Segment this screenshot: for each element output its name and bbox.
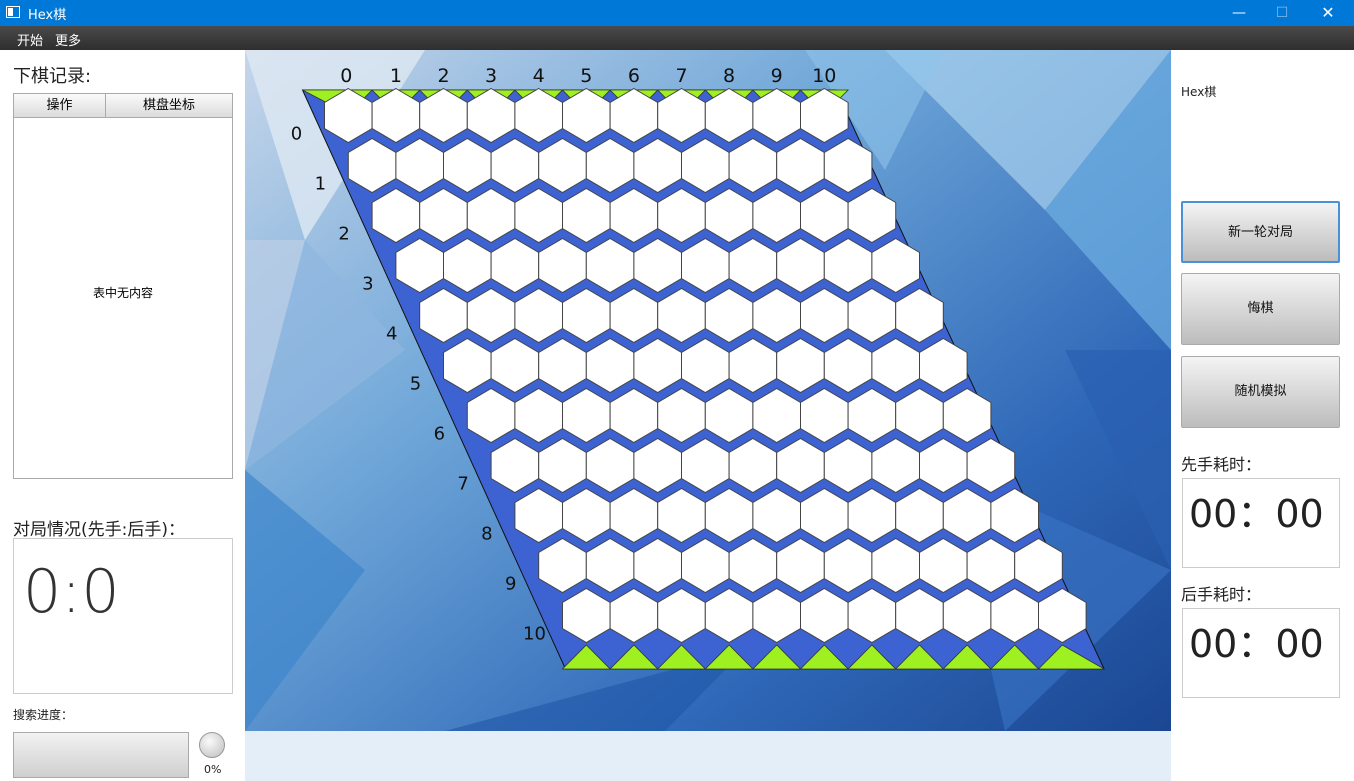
row-label: 8 [481, 524, 492, 545]
column-label: 0 [340, 65, 352, 87]
window-title: Hex棋 [28, 8, 67, 23]
move-record-table[interactable]: 操作 棋盘坐标 表中无内容 [13, 93, 233, 479]
new-game-button[interactable]: 新一轮对局 [1181, 201, 1340, 263]
column-label: 1 [390, 65, 402, 87]
column-label: 7 [675, 65, 687, 87]
hex-board[interactable]: 0 1 2 3 4 5 6 7 8 9 10 0 1 2 3 4 5 6 7 8 9 10 [245, 50, 1171, 781]
progress-percent: 0% [204, 763, 222, 776]
app-heading: Hex棋 [1181, 85, 1217, 99]
score-box: 0:0 [13, 538, 233, 694]
score-title: 对局情况(先手:后手)： [13, 520, 185, 540]
second-player-timer: 00：00 [1182, 608, 1340, 698]
progress-indicator-icon [199, 732, 225, 758]
random-sim-button[interactable]: 随机模拟 [1181, 356, 1340, 428]
row-label: 1 [315, 174, 326, 195]
column-label: 2 [437, 65, 449, 87]
board-area: 0 1 2 3 4 5 6 7 8 9 10 0 1 2 3 4 5 6 7 8 9 10 [245, 50, 1171, 781]
column-label: 3 [485, 65, 497, 87]
row-label: 0 [291, 124, 302, 145]
second-player-time: 00：00 [1189, 622, 1324, 666]
minimize-button[interactable]: — [1216, 0, 1262, 26]
title-bar: Hex棋 — ☐ ✕ [0, 0, 1354, 26]
record-title: 下棋记录: [13, 66, 92, 87]
row-label: 2 [338, 224, 349, 245]
second-player-time-label: 后手耗时： [1181, 585, 1262, 604]
first-player-timer: 00：00 [1182, 478, 1340, 568]
close-button[interactable]: ✕ [1305, 0, 1351, 26]
column-label: 8 [723, 65, 735, 87]
column-label: 5 [580, 65, 592, 87]
row-label: 7 [457, 474, 468, 495]
row-label: 10 [523, 624, 546, 645]
first-player-time-label: 先手耗时： [1181, 455, 1262, 474]
column-label: 4 [533, 65, 545, 87]
column-label: 10 [812, 65, 836, 87]
row-label: 5 [410, 374, 421, 395]
row-label: 4 [386, 324, 397, 345]
column-header-action[interactable]: 操作 [14, 94, 106, 118]
row-label: 3 [362, 274, 373, 295]
column-label: 6 [628, 65, 640, 87]
search-progress-bar [13, 732, 189, 778]
empty-table-message: 表中无内容 [92, 286, 153, 300]
menu-more[interactable]: 更多 [55, 30, 81, 49]
undo-button[interactable]: 悔棋 [1181, 273, 1340, 345]
row-label: 9 [505, 574, 516, 595]
search-progress-label: 搜索进度： [13, 708, 74, 722]
menu-bar: 开始 更多 [0, 26, 1354, 50]
first-player-time: 00：00 [1189, 492, 1324, 536]
column-header-coordinate[interactable]: 棋盘坐标 [106, 94, 232, 118]
bottom-strip [245, 731, 1171, 781]
app-icon [6, 6, 20, 18]
score-value: 0:0 [23, 557, 120, 627]
column-label: 9 [771, 65, 783, 87]
menu-start[interactable]: 开始 [17, 30, 43, 49]
maximize-button[interactable]: ☐ [1259, 0, 1305, 26]
row-label: 6 [434, 424, 445, 445]
